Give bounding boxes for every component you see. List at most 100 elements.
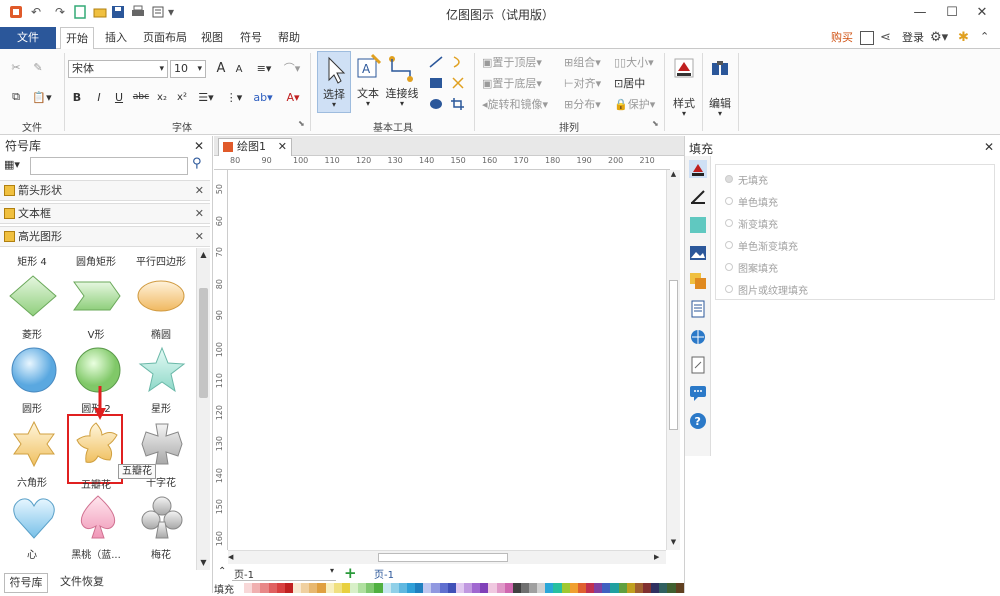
color-swatch[interactable] <box>569 583 578 593</box>
copy-icon[interactable]: ⧉ <box>8 89 24 105</box>
color-swatch[interactable] <box>488 583 497 593</box>
color-swatch[interactable] <box>252 583 261 593</box>
category-arrows[interactable]: 箭头形状 ✕ <box>0 180 210 201</box>
color-swatch[interactable] <box>537 583 546 593</box>
color-swatch[interactable] <box>651 583 660 593</box>
document-tab-close-icon[interactable]: ✕ <box>278 139 287 155</box>
page-select[interactable]: 页-1 ▾ <box>232 566 336 581</box>
strikethrough-button[interactable]: abc <box>132 89 150 105</box>
fill-icon[interactable] <box>689 160 707 178</box>
send-back-button[interactable]: ▣ 置于底层 ▾ <box>482 76 542 91</box>
fill-option-solid[interactable]: 单色填充 <box>725 192 778 210</box>
font-size-combo[interactable]: 10 ▾ <box>170 60 206 78</box>
scroll-right-icon[interactable]: ▶ <box>654 551 666 564</box>
shape-hexagram[interactable] <box>10 420 58 468</box>
color-swatch[interactable] <box>423 583 432 593</box>
category-close-icon[interactable]: ✕ <box>195 181 204 200</box>
library-search-input[interactable] <box>30 157 188 175</box>
color-swatch[interactable] <box>504 583 513 593</box>
font-name-combo[interactable]: 宋体 ▾ <box>68 60 168 78</box>
underline-button[interactable]: U <box>112 89 126 105</box>
canvas-vertical-scrollbar[interactable]: ▲ ▼ <box>666 170 680 550</box>
line-icon[interactable] <box>428 55 444 69</box>
arc-icon[interactable] <box>450 55 466 69</box>
settings-gear-icon[interactable]: ⚙▾ <box>930 30 948 45</box>
select-tool-button[interactable]: 选择 ▾ <box>317 51 351 113</box>
color-swatch[interactable] <box>325 583 334 593</box>
shape-chevron[interactable] <box>72 278 122 314</box>
arrange-dialog-launcher-icon[interactable]: ⬊ <box>652 119 659 128</box>
library-scrollbar[interactable]: ▲ ▼ <box>196 248 210 570</box>
fill-option-gradient[interactable]: 渐变填充 <box>725 214 778 232</box>
color-swatch[interactable] <box>415 583 424 593</box>
shadow-icon[interactable] <box>689 216 707 234</box>
line-spacing-icon[interactable]: ☰▾ <box>194 89 218 105</box>
tab-home[interactable]: 开始 <box>60 27 94 50</box>
fill-option-picture[interactable]: 图片或纹理填充 <box>725 280 808 298</box>
layers-icon[interactable] <box>689 272 707 290</box>
color-swatch[interactable] <box>431 583 440 593</box>
color-swatch[interactable] <box>577 583 587 593</box>
fill-option-single-gradient[interactable]: 单色渐变填充 <box>725 236 798 254</box>
category-close-icon[interactable]: ✕ <box>195 227 204 246</box>
color-swatch[interactable] <box>675 583 684 593</box>
help-icon[interactable]: ? <box>689 412 707 430</box>
tab-symbol-library[interactable]: 符号库 <box>4 573 48 593</box>
buy-link[interactable]: 购买 <box>828 27 856 49</box>
color-palette[interactable] <box>236 583 684 593</box>
color-swatch[interactable] <box>618 583 627 593</box>
tab-page-layout[interactable]: 页面布局 <box>140 27 190 49</box>
rotate-mirror-button[interactable]: ◂ 旋转和镜像 ▾ <box>482 97 548 112</box>
color-swatch[interactable] <box>236 583 245 593</box>
add-page-icon[interactable]: + <box>344 564 357 582</box>
shape-circle[interactable] <box>10 346 58 394</box>
color-swatch[interactable] <box>301 583 310 593</box>
color-swatch[interactable] <box>455 583 464 593</box>
crop-icon[interactable] <box>450 97 466 111</box>
close-icon[interactable]: ✕ <box>968 2 996 22</box>
color-swatch[interactable] <box>260 583 269 593</box>
shape-star[interactable] <box>138 346 186 394</box>
shape-club[interactable] <box>138 494 186 540</box>
connector-tool-button[interactable]: 连接线 ▾ <box>384 51 420 113</box>
color-swatch[interactable] <box>586 583 595 593</box>
color-swatch[interactable] <box>366 583 375 593</box>
image-icon[interactable] <box>689 244 707 262</box>
highlight-icon[interactable]: ab▾ <box>250 89 276 105</box>
canvas-hscroll-thumb[interactable] <box>378 553 508 562</box>
color-swatch[interactable] <box>317 583 326 593</box>
color-swatch[interactable] <box>341 583 350 593</box>
shape-ellipse[interactable] <box>136 278 186 314</box>
font-shrink-button[interactable]: A <box>232 61 246 77</box>
tab-view[interactable]: 视图 <box>196 27 228 49</box>
tab-file[interactable]: 文件 <box>0 27 56 49</box>
canvas-horizontal-scrollbar[interactable]: ◀ ▶ <box>228 550 666 564</box>
color-swatch[interactable] <box>496 583 505 593</box>
page-tab[interactable]: 页-1 <box>374 566 394 581</box>
format-painter-icon[interactable]: ✎ <box>30 59 46 75</box>
tab-file-recovery[interactable]: 文件恢复 <box>54 573 110 593</box>
color-swatch[interactable] <box>447 583 456 593</box>
comment-icon[interactable] <box>689 384 707 402</box>
search-icon[interactable]: ⚲ <box>192 156 202 171</box>
color-swatch[interactable] <box>398 583 407 593</box>
color-swatch[interactable] <box>439 583 448 593</box>
color-swatch[interactable] <box>374 583 383 593</box>
ribbon-collapse-icon[interactable]: ⌃ <box>980 30 989 43</box>
color-swatch[interactable] <box>634 583 644 593</box>
font-color-button[interactable]: A ▾ <box>282 89 304 105</box>
size-button[interactable]: ▯▯ 大小 ▾ <box>614 55 654 70</box>
cross-connector-icon[interactable] <box>450 76 466 90</box>
category-highlight-shapes[interactable]: 高光图形 ✕ <box>0 226 210 247</box>
library-close-icon[interactable]: ✕ <box>194 139 204 153</box>
text-tool-button[interactable]: A 文本 ▾ <box>354 51 382 113</box>
align-button[interactable]: ⊢ 对齐 ▾ <box>564 76 601 91</box>
color-swatch[interactable] <box>520 583 530 593</box>
font-dialog-launcher-icon[interactable]: ⬊ <box>298 119 305 128</box>
color-swatch[interactable] <box>333 583 342 593</box>
shape-diamond[interactable] <box>8 274 58 318</box>
rectangle-icon[interactable] <box>428 76 444 90</box>
shape-spade[interactable] <box>74 494 122 540</box>
color-swatch[interactable] <box>463 583 473 593</box>
curve-text-icon[interactable]: ⌒▾ <box>280 59 304 77</box>
